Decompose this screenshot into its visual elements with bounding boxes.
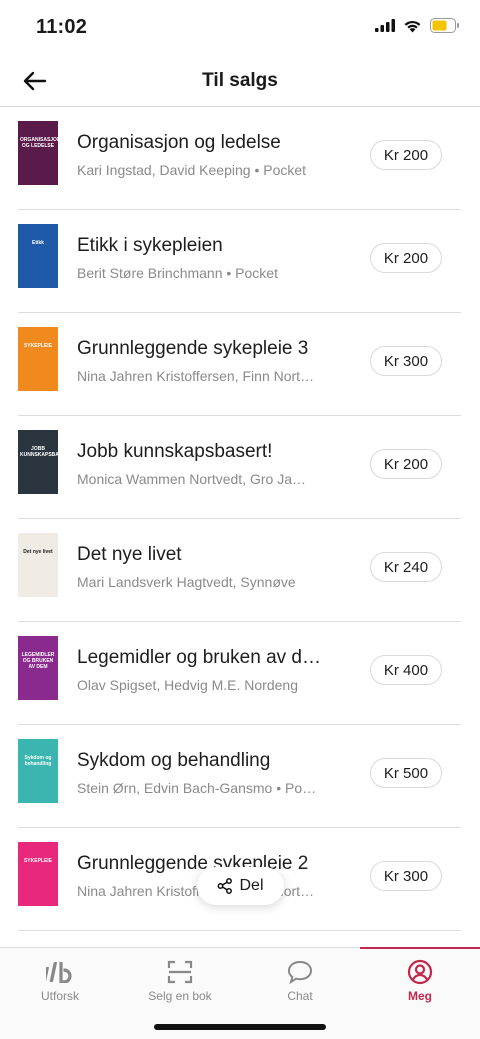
- book-row[interactable]: JOBB KUNNSKAPSBASERT Jobb kunnskapsbasert…: [18, 416, 461, 519]
- status-time: 11:02: [36, 16, 88, 38]
- book-row[interactable]: SYKEPLEIE Grunnleggende sykepleie 3 Nina J…: [18, 313, 461, 416]
- tab-label-chat: Chat: [287, 989, 313, 1003]
- cover-title: SYKEPLEIE: [23, 858, 53, 864]
- wifi-icon: [404, 20, 421, 32]
- scan-icon: [167, 960, 193, 984]
- book-title: Sykdom og behandling: [77, 750, 271, 771]
- book-authors: Monica Wammen Nortvedt, Gro Jamtvedt: [77, 471, 317, 487]
- book-authors: Berit Støre Brinchmann • Pocket: [77, 265, 278, 281]
- price-button[interactable]: Kr 200: [370, 243, 442, 273]
- book-cover: Etikk: [18, 224, 58, 288]
- cover-title: JOBB KUNNSKAPSBASERT: [20, 446, 58, 458]
- cover-title: SYKEPLEIE: [23, 343, 53, 349]
- book-title: Etikk i sykepleien: [77, 235, 223, 256]
- book-title: Legemidler og bruken av dem: [77, 647, 327, 668]
- tab-bar: Utforsk Selg en bok Chat Meg: [0, 947, 480, 1039]
- share-icon: [218, 878, 233, 894]
- page-title: Til salgs: [202, 70, 278, 91]
- book-authors: Stein Ørn, Edvin Bach-Gansmo • Pocket: [77, 780, 317, 796]
- book-cover: ORGANISASJON OG LEDELSE: [18, 121, 58, 185]
- book-title: Det nye livet: [77, 544, 182, 565]
- tab-label-utforsk: Utforsk: [40, 989, 79, 1003]
- price-button[interactable]: Kr 400: [370, 655, 442, 685]
- chat-icon: [287, 960, 313, 984]
- book-cover: Det nye livet: [18, 533, 58, 597]
- explore-icon: [46, 962, 72, 983]
- tab-chat[interactable]: Chat: [240, 948, 360, 1010]
- battery-icon: [430, 18, 459, 33]
- book-authors: Kari Ingstad, David Keeping • Pocket: [77, 162, 307, 178]
- book-row[interactable]: Det nye livet Det nye livet Mari Landsverk…: [18, 519, 461, 622]
- price-button[interactable]: Kr 200: [370, 449, 442, 479]
- home-indicator: [154, 1024, 326, 1030]
- price-button[interactable]: Kr 300: [370, 346, 442, 376]
- price-button[interactable]: Kr 500: [370, 758, 442, 788]
- status-bar: 11:02: [0, 0, 480, 56]
- book-title: Grunnleggende sykepleie 3: [77, 338, 309, 359]
- cover-title: LEGEMIDLER OG BRUKEN AV DEM: [21, 652, 55, 670]
- book-authors: Nina Jahren Kristoffersen, Finn Nortvedt: [77, 368, 317, 384]
- status-icons: [375, 18, 460, 33]
- book-title: Organisasjon og ledelse: [77, 132, 281, 153]
- profile-icon: [407, 959, 433, 985]
- book-cover: SYKEPLEIE: [18, 327, 58, 391]
- book-cover: JOBB KUNNSKAPSBASERT: [18, 430, 58, 494]
- cover-title: Det nye livet: [23, 549, 53, 555]
- book-row[interactable]: LEGEMIDLER OG BRUKEN AV DEM Legemidler og…: [18, 622, 461, 725]
- book-cover: LEGEMIDLER OG BRUKEN AV DEM: [18, 636, 58, 700]
- nav-bar: Til salgs: [0, 56, 480, 107]
- book-title: Jobb kunnskapsbasert!: [77, 441, 273, 462]
- book-list: ORGANISASJON OG LEDELSE Organisasjon og l…: [0, 107, 480, 947]
- book-authors: Mari Landsverk Hagtvedt, Synnøve: [77, 574, 296, 590]
- tab-utforsk[interactable]: Utforsk: [0, 948, 120, 1010]
- book-cover: SYKEPLEIE: [18, 842, 58, 906]
- tab-label-meg: Meg: [408, 989, 432, 1003]
- signal-icon: [375, 19, 395, 32]
- book-cover: Sykdom og behandling: [18, 739, 58, 803]
- cover-title: ORGANISASJON OG LEDELSE: [20, 137, 58, 149]
- tab-meg[interactable]: Meg: [360, 948, 480, 1010]
- price-button[interactable]: Kr 300: [370, 861, 442, 891]
- share-button[interactable]: Del: [197, 867, 284, 905]
- cover-title: Etikk: [32, 240, 44, 246]
- tab-label-selg: Selg en bok: [148, 989, 212, 1003]
- price-button[interactable]: Kr 200: [370, 140, 442, 170]
- tab-selg-en-bok[interactable]: Selg en bok: [120, 948, 240, 1010]
- book-row[interactable]: ORGANISASJON OG LEDELSE Organisasjon og l…: [18, 107, 461, 210]
- price-button[interactable]: Kr 240: [370, 552, 442, 582]
- book-row[interactable]: Etikk Etikk i sykepleien Berit Støre Brinc…: [18, 210, 461, 313]
- book-authors: Olav Spigset, Hedvig M.E. Nordeng: [77, 677, 298, 693]
- book-row[interactable]: Sykdom og behandling Sykdom og behandling…: [18, 725, 461, 828]
- share-label: Del: [239, 877, 264, 894]
- cover-title: Sykdom og behandling: [24, 755, 52, 767]
